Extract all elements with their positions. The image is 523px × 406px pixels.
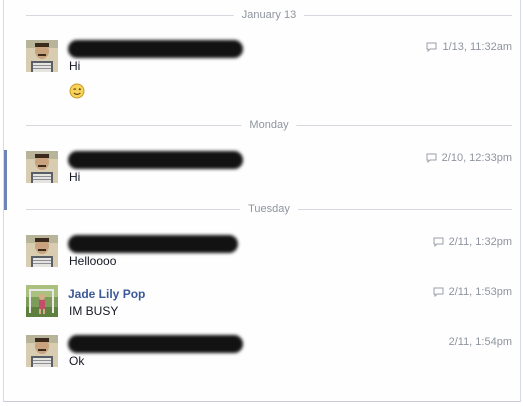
message-item[interactable]: redacted Helloooo 2/11, 1:32pm bbox=[26, 235, 516, 271]
sender-name-link[interactable]: Jade Lily Pop bbox=[68, 287, 145, 301]
avatar[interactable] bbox=[26, 40, 58, 72]
date-divider: Monday bbox=[26, 118, 512, 132]
message-text: Hi bbox=[69, 59, 81, 73]
message-meta: 2/10, 12:33pm bbox=[426, 151, 512, 165]
message-timestamp: 2/10, 12:33pm bbox=[441, 152, 512, 164]
message-timestamp: 2/11, 1:32pm bbox=[448, 236, 512, 248]
sender-name[interactable]: Jade Lily Pop bbox=[68, 285, 145, 303]
date-divider-label: Tuesday bbox=[240, 202, 298, 216]
redaction-scribble bbox=[68, 151, 243, 169]
redaction-scribble bbox=[68, 235, 238, 253]
message-item[interactable]: redacted Hi 1/13, 11:32am bbox=[26, 40, 516, 104]
redaction-scribble bbox=[68, 40, 243, 58]
message-text: Helloooo bbox=[69, 254, 117, 268]
message-thread: January 13 redacted Hi bbox=[3, 0, 521, 402]
chat-icon bbox=[426, 153, 437, 164]
message-meta: 1/13, 11:32am bbox=[426, 40, 512, 54]
message-timestamp: 2/11, 1:54pm bbox=[448, 336, 512, 348]
avatar[interactable] bbox=[26, 235, 58, 267]
message-timestamp: 2/11, 1:53pm bbox=[448, 286, 512, 298]
selected-indicator bbox=[4, 150, 7, 210]
avatar[interactable] bbox=[26, 151, 58, 183]
date-divider-label: January 13 bbox=[233, 8, 305, 22]
chat-icon bbox=[433, 237, 444, 248]
date-divider-label: Monday bbox=[241, 118, 297, 132]
message-item[interactable]: Jade Lily Pop IM BUSY 2/11, 1:53pm bbox=[26, 285, 516, 321]
message-item[interactable]: redacted Ok 2/11, 1:54pm bbox=[26, 335, 516, 371]
message-item[interactable]: redacted Hi 2/10, 12:33pm bbox=[26, 151, 516, 187]
redaction-scribble bbox=[68, 335, 243, 353]
message-text: Ok bbox=[69, 354, 85, 368]
message-timestamp: 1/13, 11:32am bbox=[442, 41, 512, 53]
message-meta: 2/11, 1:53pm bbox=[433, 285, 512, 299]
message-meta: 2/11, 1:32pm bbox=[433, 235, 512, 249]
avatar[interactable] bbox=[26, 285, 58, 317]
chat-icon bbox=[433, 287, 444, 298]
date-divider: January 13 bbox=[26, 8, 512, 22]
date-divider: Tuesday bbox=[26, 202, 512, 216]
chat-icon bbox=[426, 42, 437, 53]
wink-smiley-icon bbox=[69, 83, 85, 99]
message-text: IM BUSY bbox=[69, 304, 119, 318]
message-text: Hi bbox=[69, 170, 81, 184]
avatar[interactable] bbox=[26, 335, 58, 367]
message-meta: 2/11, 1:54pm bbox=[449, 335, 512, 349]
